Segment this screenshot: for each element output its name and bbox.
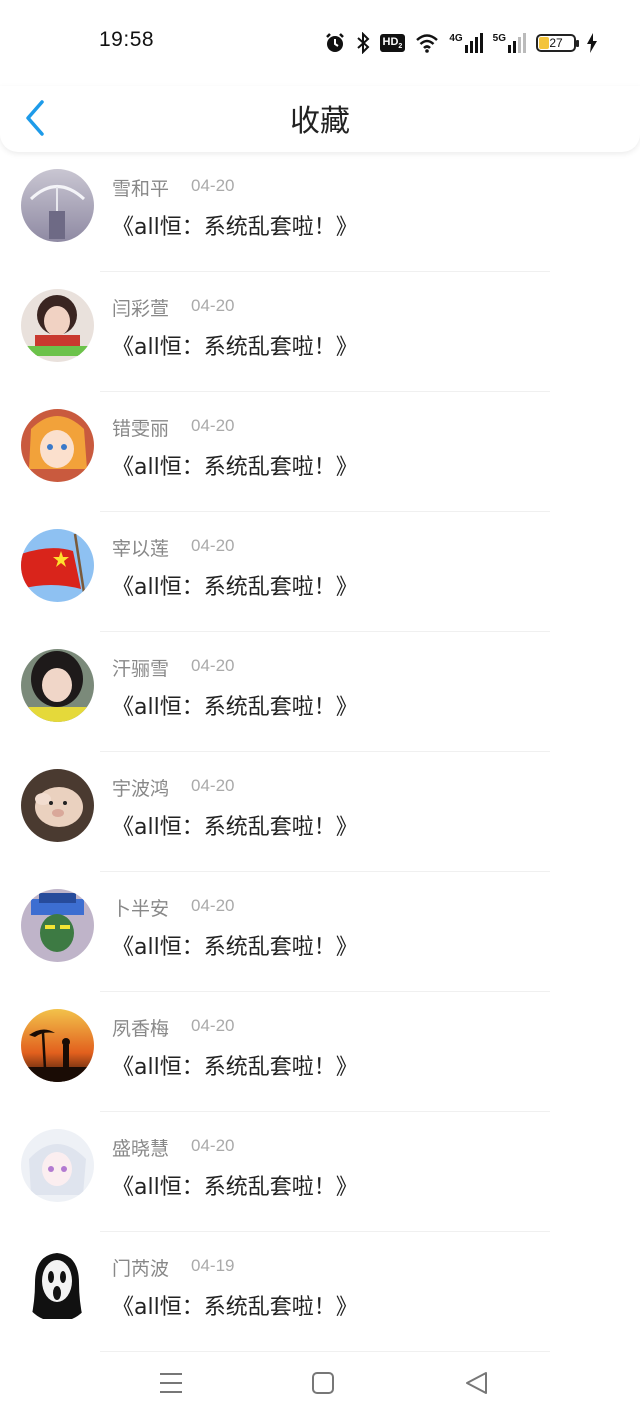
network-label-2: 5G (492, 33, 506, 44)
item-author: 门芮波 (112, 1258, 170, 1280)
item-date: 04-20 (191, 1136, 235, 1155)
page-title: 收藏 (290, 104, 350, 139)
signal-bars-icon (464, 33, 483, 53)
item-date: 04-20 (191, 536, 235, 555)
list-item[interactable]: 错雯丽 04-20 《all恒：系统乱套啦！》 (0, 392, 640, 512)
avatar[interactable] (21, 649, 94, 722)
item-title[interactable]: 《all恒：系统乱套啦！》 (112, 1049, 358, 1081)
hd-label: HD (382, 35, 399, 48)
alarm-icon (325, 33, 344, 52)
list-item[interactable]: 雪和平 04-20 《all恒：系统乱套啦！》 (0, 152, 640, 272)
battery-level: 27 (549, 36, 563, 50)
item-title[interactable]: 《all恒：系统乱套啦！》 (112, 449, 358, 481)
item-date: 04-20 (191, 1016, 235, 1035)
avatar[interactable] (21, 289, 94, 362)
item-author: 闫彩萱 (112, 298, 170, 320)
signal-2: 5G (493, 33, 526, 53)
item-title[interactable]: 《all恒：系统乱套啦！》 (112, 209, 358, 241)
item-title[interactable]: 《all恒：系统乱套啦！》 (112, 569, 358, 601)
charging-icon (587, 33, 597, 53)
list-item[interactable]: 汗骊雪 04-20 《all恒：系统乱套啦！》 (0, 632, 640, 752)
item-date: 04-20 (191, 896, 235, 915)
list-item[interactable]: 卜半安 04-20 《all恒：系统乱套啦！》 (0, 872, 640, 992)
item-author: 夙香梅 (112, 1018, 170, 1040)
item-author: 卜半安 (112, 898, 170, 920)
back-triangle-icon[interactable] (462, 1368, 492, 1398)
header: 收藏 (0, 86, 640, 152)
status-icons: HD2 4G 5G 27 (324, 30, 598, 56)
item-title[interactable]: 《all恒：系统乱套啦！》 (112, 329, 358, 361)
list-item[interactable]: 闫彩萱 04-20 《all恒：系统乱套啦！》 (0, 272, 640, 392)
favorites-list: 雪和平 04-20 《all恒：系统乱套啦！》 闫彩萱 04-20 《all恒：… (0, 152, 640, 1352)
item-author: 盛晓慧 (112, 1138, 170, 1160)
home-square-icon[interactable] (308, 1368, 338, 1398)
avatar[interactable] (21, 1249, 94, 1322)
item-date: 04-20 (191, 656, 235, 675)
item-title[interactable]: 《all恒：系统乱套啦！》 (112, 689, 358, 721)
list-item[interactable]: 门芮波 04-19 《all恒：系统乱套啦！》 (0, 1232, 640, 1352)
item-author: 雪和平 (112, 178, 170, 200)
item-author: 汗骊雪 (112, 658, 170, 680)
item-date: 04-20 (191, 176, 235, 195)
item-date: 04-20 (191, 296, 235, 315)
item-title[interactable]: 《all恒：系统乱套啦！》 (112, 1289, 358, 1321)
avatar[interactable] (21, 1009, 94, 1082)
network-label-1: 4G (449, 33, 463, 44)
avatar[interactable] (21, 529, 94, 602)
item-author: 错雯丽 (112, 418, 170, 440)
item-date: 04-20 (191, 416, 235, 435)
system-nav-bar (0, 1344, 640, 1422)
hd-badge: HD2 (379, 33, 406, 53)
avatar[interactable] (21, 169, 94, 242)
avatar[interactable] (21, 409, 94, 482)
signal-1: 4G (449, 33, 483, 53)
menu-icon[interactable] (156, 1368, 186, 1398)
avatar[interactable] (21, 769, 94, 842)
signal-bars-icon (508, 33, 526, 53)
wifi-icon (416, 34, 439, 53)
list-item[interactable]: 盛晓慧 04-20 《all恒：系统乱套啦！》 (0, 1112, 640, 1232)
list-item[interactable]: 宰以莲 04-20 《all恒：系统乱套啦！》 (0, 512, 640, 632)
avatar[interactable] (21, 889, 94, 962)
item-date: 04-19 (191, 1256, 235, 1275)
item-title[interactable]: 《all恒：系统乱套啦！》 (112, 929, 358, 961)
item-title[interactable]: 《all恒：系统乱套啦！》 (112, 809, 358, 841)
item-date: 04-20 (191, 776, 235, 795)
status-bar: 19:58 HD2 4G 5G 27 (0, 0, 640, 86)
status-time: 19:58 (99, 28, 155, 51)
item-title[interactable]: 《all恒：系统乱套啦！》 (112, 1169, 358, 1201)
list-item[interactable]: 夙香梅 04-20 《all恒：系统乱套啦！》 (0, 992, 640, 1112)
battery-indicator: 27 (536, 34, 579, 52)
list-item[interactable]: 宇波鸿 04-20 《all恒：系统乱套啦！》 (0, 752, 640, 872)
item-author: 宇波鸿 (112, 778, 170, 800)
item-author: 宰以莲 (112, 538, 170, 560)
bluetooth-icon (356, 32, 369, 54)
avatar[interactable] (21, 1129, 94, 1202)
